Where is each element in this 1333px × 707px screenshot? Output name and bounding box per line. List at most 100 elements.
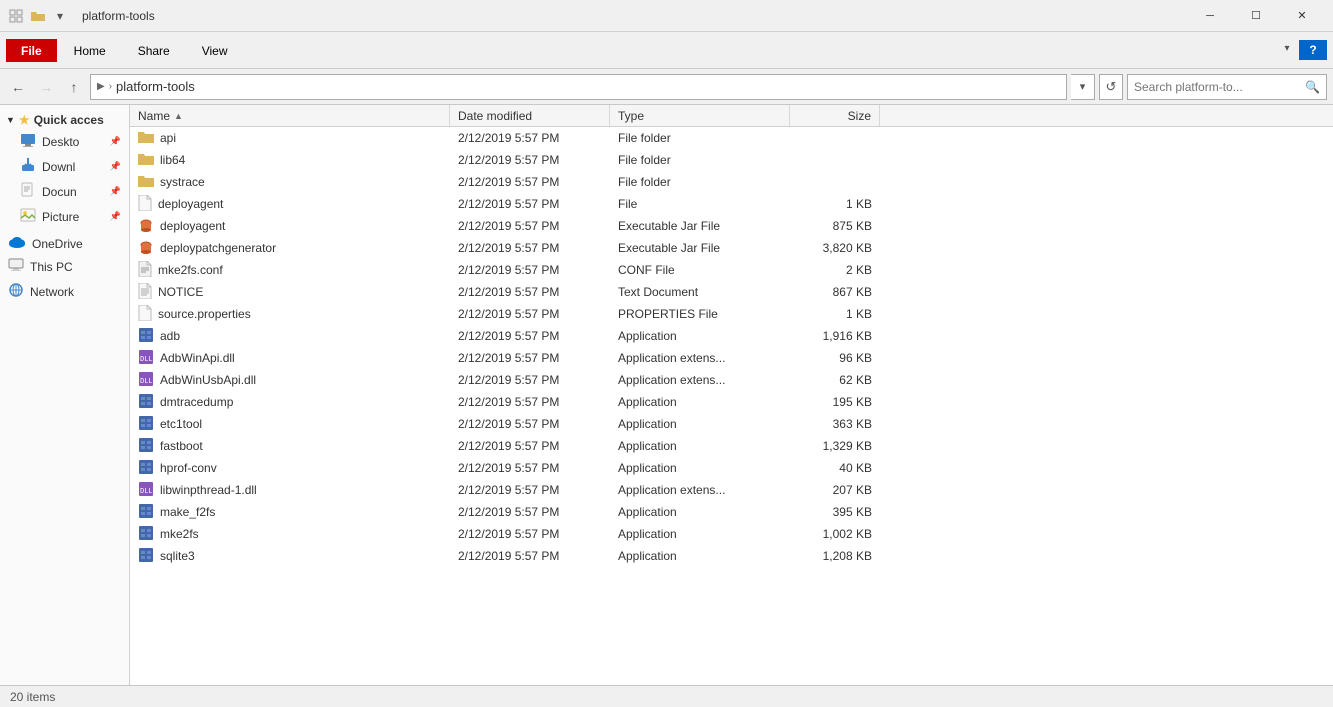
sidebar-item-downloads[interactable]: Downl 📌 <box>0 154 129 179</box>
table-row[interactable]: hprof-conv 2/12/2019 5:57 PM Application… <box>130 457 1333 479</box>
close-button[interactable]: ✕ <box>1279 0 1325 32</box>
table-row[interactable]: lib64 2/12/2019 5:57 PM File folder <box>130 149 1333 171</box>
cloud-icon <box>8 236 26 251</box>
file-type: CONF File <box>610 259 790 281</box>
file-name: make_f2fs <box>160 505 215 519</box>
sidebar-item-network[interactable]: Network <box>0 279 129 304</box>
sidebar-item-onedrive[interactable]: OneDrive <box>0 233 129 254</box>
table-row[interactable]: systrace 2/12/2019 5:57 PM File folder <box>130 171 1333 193</box>
sidebar-label-desktop: Desktо <box>42 135 79 149</box>
col-header-type[interactable]: Type <box>610 105 790 126</box>
file-size: 96 KB <box>790 347 880 369</box>
file-icon <box>138 415 154 434</box>
forward-button[interactable]: → <box>34 75 58 99</box>
file-icon <box>138 525 154 544</box>
sidebar-item-pictures[interactable]: Picture 📌 <box>0 204 129 229</box>
pictures-icon <box>20 207 36 226</box>
table-row[interactable]: fastboot 2/12/2019 5:57 PM Application 1… <box>130 435 1333 457</box>
pin-icon: 📌 <box>110 136 121 147</box>
file-size: 2 KB <box>790 259 880 281</box>
table-row[interactable]: adb 2/12/2019 5:57 PM Application 1,916 … <box>130 325 1333 347</box>
file-date: 2/12/2019 5:57 PM <box>450 369 610 391</box>
table-row[interactable]: DLL libwinpthread-1.dll 2/12/2019 5:57 P… <box>130 479 1333 501</box>
file-name: source.properties <box>158 307 251 321</box>
table-row[interactable]: etc1tool 2/12/2019 5:57 PM Application 3… <box>130 413 1333 435</box>
quick-access-icon[interactable] <box>8 8 24 24</box>
file-date: 2/12/2019 5:57 PM <box>450 237 610 259</box>
sidebar-item-documents[interactable]: Docun 📌 <box>0 179 129 204</box>
table-row[interactable]: api 2/12/2019 5:57 PM File folder <box>130 127 1333 149</box>
table-row[interactable]: mke2fs.conf 2/12/2019 5:57 PM CONF File … <box>130 259 1333 281</box>
path-bar[interactable]: ▶ › platform-tools <box>90 74 1067 100</box>
tab-file[interactable]: File <box>6 39 57 62</box>
minimize-button[interactable]: ─ <box>1187 0 1233 32</box>
maximize-button[interactable]: ☐ <box>1233 0 1279 32</box>
table-row[interactable]: deploypatchgenerator 2/12/2019 5:57 PM E… <box>130 237 1333 259</box>
file-size: 867 KB <box>790 281 880 303</box>
table-row[interactable]: DLL AdbWinUsbApi.dll 2/12/2019 5:57 PM A… <box>130 369 1333 391</box>
file-date: 2/12/2019 5:57 PM <box>450 479 610 501</box>
help-button[interactable]: ? <box>1299 40 1327 60</box>
pin-icon-dl: 📌 <box>110 161 121 172</box>
file-icon <box>138 239 154 258</box>
refresh-button[interactable]: ↺ <box>1099 74 1123 100</box>
file-size: 1,208 KB <box>790 545 880 567</box>
file-type: File <box>610 193 790 215</box>
file-size: 363 KB <box>790 413 880 435</box>
sidebar-item-thispc[interactable]: This PC <box>0 254 129 279</box>
table-row[interactable]: make_f2fs 2/12/2019 5:57 PM Application … <box>130 501 1333 523</box>
back-button[interactable]: ← <box>6 75 30 99</box>
window-controls: ─ ☐ ✕ <box>1187 0 1325 32</box>
file-icon <box>138 327 154 346</box>
file-name: deployagent <box>158 197 223 211</box>
table-row[interactable]: deployagent 2/12/2019 5:57 PM Executable… <box>130 215 1333 237</box>
tab-home[interactable]: Home <box>59 39 121 62</box>
sidebar-group-quick-access[interactable]: ▼ ★ Quick acces <box>0 109 129 129</box>
search-input[interactable] <box>1134 80 1305 94</box>
file-name-cell: NOTICE <box>130 281 450 303</box>
main-layout: ▼ ★ Quick acces Desktо 📌 Downl 📌 Docun 📌 <box>0 105 1333 685</box>
pin-icon-doc: 📌 <box>110 186 121 197</box>
file-type: Application extens... <box>610 479 790 501</box>
file-date: 2/12/2019 5:57 PM <box>450 325 610 347</box>
file-name-cell: deploypatchgenerator <box>130 237 450 259</box>
file-name-cell: hprof-conv <box>130 457 450 479</box>
up-button[interactable]: ↑ <box>62 75 86 99</box>
ribbon-expand-button[interactable]: ▾ <box>1275 36 1299 60</box>
search-box[interactable]: 🔍 <box>1127 74 1327 100</box>
col-header-size[interactable]: Size <box>790 105 880 126</box>
down-arrow-icon[interactable]: ▾ <box>52 8 68 24</box>
col-header-date[interactable]: Date modified <box>450 105 610 126</box>
sidebar-item-desktop[interactable]: Desktо 📌 <box>0 129 129 154</box>
ribbon-tabs: File Home Share View ▾ ? <box>0 32 1333 62</box>
downloads-icon <box>20 157 36 176</box>
file-name: api <box>160 131 176 145</box>
table-row[interactable]: source.properties 2/12/2019 5:57 PM PROP… <box>130 303 1333 325</box>
file-type: Application <box>610 457 790 479</box>
table-row[interactable]: mke2fs 2/12/2019 5:57 PM Application 1,0… <box>130 523 1333 545</box>
search-icon[interactable]: 🔍 <box>1305 80 1320 94</box>
file-type: Executable Jar File <box>610 237 790 259</box>
path-separator: › <box>109 81 112 92</box>
addressbar: ← → ↑ ▶ › platform-tools ▾ ↺ 🔍 <box>0 69 1333 105</box>
path-dropdown-button[interactable]: ▾ <box>1071 74 1095 100</box>
svg-text:DLL: DLL <box>140 378 153 386</box>
sidebar-label-thispc: This PC <box>30 260 73 274</box>
file-icon: DLL <box>138 349 154 368</box>
tab-view[interactable]: View <box>187 39 243 62</box>
tab-share[interactable]: Share <box>123 39 185 62</box>
svg-text:DLL: DLL <box>140 356 153 364</box>
file-area: Name ▲ Date modified Type Size api 2/12/… <box>130 105 1333 685</box>
table-row[interactable]: NOTICE 2/12/2019 5:57 PM Text Document 8… <box>130 281 1333 303</box>
file-icon: DLL <box>138 481 154 500</box>
file-size: 3,820 KB <box>790 237 880 259</box>
table-row[interactable]: dmtracedump 2/12/2019 5:57 PM Applicatio… <box>130 391 1333 413</box>
file-size: 395 KB <box>790 501 880 523</box>
file-name-cell: adb <box>130 325 450 347</box>
file-name: adb <box>160 329 180 343</box>
file-size: 40 KB <box>790 457 880 479</box>
table-row[interactable]: sqlite3 2/12/2019 5:57 PM Application 1,… <box>130 545 1333 567</box>
table-row[interactable]: DLL AdbWinApi.dll 2/12/2019 5:57 PM Appl… <box>130 347 1333 369</box>
col-header-name[interactable]: Name ▲ <box>130 105 450 126</box>
table-row[interactable]: deployagent 2/12/2019 5:57 PM File 1 KB <box>130 193 1333 215</box>
